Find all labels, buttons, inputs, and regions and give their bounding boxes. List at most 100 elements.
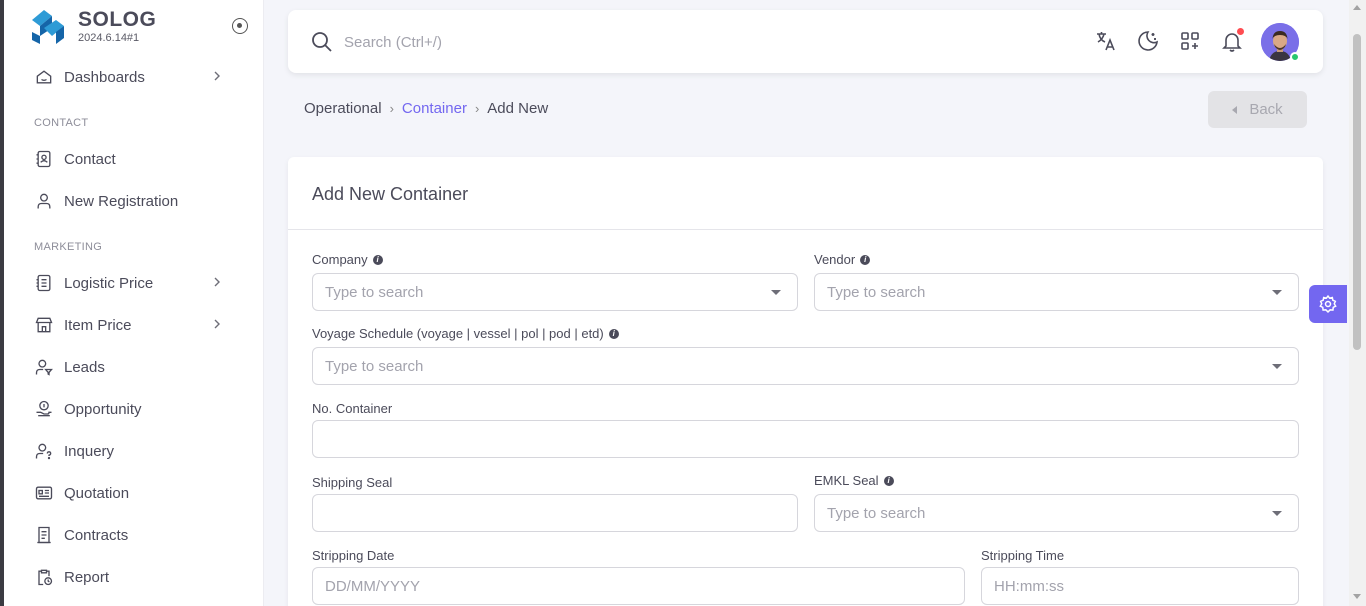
sidebar-item-label: Contracts <box>64 526 129 544</box>
back-arrow-icon <box>1232 105 1238 114</box>
breadcrumb-separator: › <box>474 101 480 116</box>
info-icon[interactable]: i <box>860 254 871 265</box>
receipt-icon <box>37 526 51 544</box>
section-header-contact: CONTACT <box>34 117 89 129</box>
breadcrumb-current: Add New <box>487 100 549 117</box>
gear-icon <box>1319 294 1337 313</box>
emkl-seal-select[interactable] <box>814 494 1299 532</box>
brand-logo-icon <box>32 10 64 44</box>
stripping-date-label: Stripping Date <box>312 548 394 563</box>
home-icon <box>36 70 52 84</box>
emkl-seal-search-input[interactable] <box>815 495 1298 531</box>
sidebar-item-contracts[interactable]: Contracts <box>34 517 238 553</box>
shipping-seal-field[interactable] <box>312 494 798 532</box>
sidebar-item-label: New Registration <box>64 192 179 210</box>
sidebar-item-inquery[interactable]: Inquery <box>34 433 238 469</box>
user-icon <box>37 193 51 209</box>
dropdown-caret-icon[interactable] <box>1272 364 1282 369</box>
page-scrollbar[interactable] <box>1349 0 1366 606</box>
sidebar-item-label: Inquery <box>64 442 115 460</box>
search-icon[interactable] <box>310 30 334 54</box>
brand-name: SOLOG <box>78 7 157 31</box>
sidebar-item-label: Quotation <box>64 484 130 502</box>
sidebar-item-label: Item Price <box>64 316 132 334</box>
moon-stars-icon[interactable] <box>1136 29 1160 53</box>
dropdown-caret-icon[interactable] <box>1272 511 1282 516</box>
info-icon[interactable]: i <box>372 254 383 265</box>
no-container-input[interactable] <box>313 421 1298 457</box>
sidebar-item-dashboards[interactable]: Dashboards <box>34 59 238 95</box>
stripping-time-input[interactable] <box>982 568 1298 604</box>
stripping-time-field[interactable] <box>981 567 1299 605</box>
company-label: Company i <box>312 252 383 267</box>
info-icon[interactable]: i <box>608 328 619 339</box>
scroll-up-arrow-icon[interactable] <box>1353 5 1361 10</box>
vendor-label: Vendor i <box>814 252 871 267</box>
stripping-date-input[interactable] <box>313 568 964 604</box>
dropdown-caret-icon[interactable] <box>1272 290 1282 295</box>
online-status-dot <box>1290 52 1300 62</box>
sidebar-item-report[interactable]: Report <box>34 559 238 595</box>
sidebar-item-contact[interactable]: Contact <box>34 141 238 177</box>
scroll-down-arrow-icon[interactable] <box>1353 594 1361 599</box>
chevron-right-icon <box>214 277 220 287</box>
voyage-schedule-search-input[interactable] <box>313 348 1298 384</box>
back-button-label: Back <box>1249 101 1283 118</box>
chevron-right-icon <box>214 319 220 329</box>
breadcrumb-container-link[interactable]: Container <box>402 100 467 117</box>
sidebar-item-quotation[interactable]: Quotation <box>34 475 238 511</box>
add-container-card: Add New Container Company i Vendor i Voy… <box>288 157 1323 606</box>
translate-icon[interactable] <box>1094 29 1118 53</box>
vendor-select[interactable] <box>814 273 1299 311</box>
card-title: Add New Container <box>312 184 469 204</box>
apps-icon[interactable] <box>1178 29 1202 53</box>
vendor-search-input[interactable] <box>815 274 1298 310</box>
back-button[interactable]: Back <box>1208 91 1307 128</box>
brand-version: 2024.6.14#1 <box>78 31 140 44</box>
sidebar-pin-icon[interactable] <box>232 18 248 34</box>
emkl-seal-label-text: EMKL Seal <box>814 473 879 488</box>
shipping-seal-label: Shipping Seal <box>312 475 392 490</box>
breadcrumb: Operational › Container › Add New <box>304 100 548 117</box>
dropdown-caret-icon[interactable] <box>771 290 781 295</box>
search-input[interactable] <box>344 30 744 54</box>
user-question-icon <box>35 443 52 460</box>
section-header-marketing: MARKETING <box>34 241 103 253</box>
no-container-field[interactable] <box>312 420 1299 458</box>
shipping-seal-input[interactable] <box>313 495 797 531</box>
sidebar-item-leads[interactable]: Leads <box>34 349 238 385</box>
stripping-date-field[interactable] <box>312 567 965 605</box>
voyage-schedule-select[interactable] <box>312 347 1299 385</box>
customizer-settings-button[interactable] <box>1309 285 1347 323</box>
stripping-date-label-text: Stripping Date <box>312 548 395 563</box>
breadcrumb-separator: › <box>389 101 394 116</box>
no-container-label: No. Container <box>312 401 392 416</box>
brand[interactable]: SOLOG 2024.6.14#1 <box>28 6 156 46</box>
sidebar-item-new-registration[interactable]: New Registration <box>34 183 238 219</box>
sidebar-item-opportunity[interactable]: Opportunity <box>34 391 238 427</box>
clipboard-clock-icon <box>38 569 53 586</box>
id-card-icon <box>35 486 53 500</box>
sidebar-item-label: Contact <box>64 150 116 168</box>
top-navbar <box>288 10 1323 73</box>
stripping-time-label: Stripping Time <box>981 548 1064 563</box>
sidebar-item-logistic-price[interactable]: Logistic Price <box>34 265 238 301</box>
no-container-label-text: No. Container <box>312 401 393 416</box>
coin-hand-icon <box>36 400 52 417</box>
company-search-input[interactable] <box>313 274 797 310</box>
building-store-icon <box>35 317 53 333</box>
user-filter-icon <box>35 359 53 376</box>
breadcrumb-operational: Operational <box>304 100 382 117</box>
sidebar-item-label: Opportunity <box>64 400 142 418</box>
company-select[interactable] <box>312 273 798 311</box>
voyage-schedule-label-text: Voyage Schedule (voyage | vessel | pol |… <box>312 326 604 341</box>
info-icon[interactable]: i <box>883 475 894 486</box>
card-divider <box>288 229 1323 230</box>
stripping-time-label-text: Stripping Time <box>981 548 1065 563</box>
list-document-icon <box>36 274 51 292</box>
scrollbar-thumb[interactable] <box>1353 34 1361 350</box>
sidebar-item-label: Report <box>64 568 110 586</box>
sidebar-item-item-price[interactable]: Item Price <box>34 307 238 343</box>
contact-book-icon <box>36 150 51 168</box>
notification-badge <box>1237 28 1244 35</box>
